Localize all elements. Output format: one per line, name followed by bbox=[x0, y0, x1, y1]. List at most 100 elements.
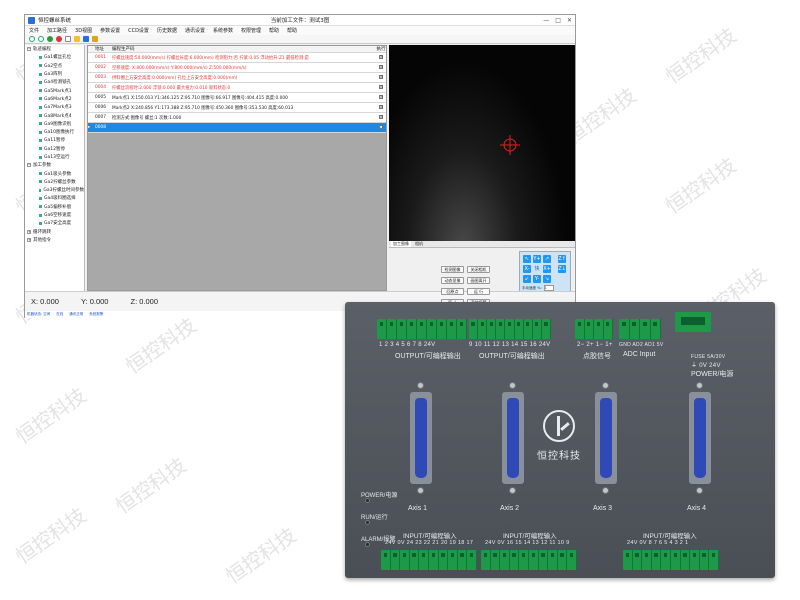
tree-item[interactable]: Ga5Mark点1 bbox=[25, 86, 84, 94]
run-button[interactable]: 运 行 bbox=[467, 288, 490, 295]
table-row[interactable]: 0002 空移速度: X:800.000(mm/s) Y:800.000(mm/s… bbox=[88, 63, 386, 73]
menu-item[interactable]: 加工路径 bbox=[47, 27, 67, 34]
undo-icon[interactable] bbox=[29, 36, 35, 42]
menu-item[interactable]: 权限管理 bbox=[241, 27, 261, 34]
terminal-pin bbox=[467, 550, 477, 570]
tree-group[interactable]: − 轨迹编程 bbox=[25, 45, 84, 53]
tree-item[interactable]: Ga2空点 bbox=[25, 62, 84, 70]
table-row[interactable]: 0005 Mark点1 X:150.013 Y1:346.125 Z:95.710… bbox=[88, 93, 386, 103]
tree-group[interactable]: + 其他指令 bbox=[25, 236, 84, 244]
table-row[interactable]: 0007 检测方式:图像号 螺丝:1 次数:1.000 ☒ bbox=[88, 113, 386, 123]
jog-button[interactable]: X+ bbox=[543, 265, 551, 273]
execute-checkbox[interactable]: ☒ bbox=[379, 105, 383, 109]
home-button[interactable]: 回原点 bbox=[441, 288, 464, 295]
minimize-button[interactable]: — bbox=[543, 17, 549, 24]
tree-item-label: Ga5偏移补偿 bbox=[44, 204, 72, 210]
tree-group[interactable]: − 加工参数 bbox=[25, 161, 84, 169]
tree-item[interactable]: Ga4吸料圈选择 bbox=[25, 194, 84, 202]
jog-button[interactable]: ↙ bbox=[523, 275, 531, 283]
execute-checkbox[interactable]: ☒ bbox=[379, 85, 383, 89]
execute-checkbox[interactable]: ☒ bbox=[379, 115, 383, 119]
tree-item[interactable]: Ga12暂停 bbox=[25, 145, 84, 153]
close-button[interactable]: ✕ bbox=[567, 17, 572, 24]
jog-button[interactable]: Z↓ bbox=[558, 265, 566, 273]
stop-icon[interactable] bbox=[56, 36, 62, 42]
expand-toggle-icon[interactable]: + bbox=[27, 229, 31, 234]
tree-item[interactable]: Ga8Mark点4 bbox=[25, 111, 84, 119]
execute-checkbox[interactable]: ☒ bbox=[379, 95, 383, 99]
jog-button[interactable]: Z↑ bbox=[558, 255, 566, 263]
save-icon[interactable] bbox=[83, 36, 89, 42]
menu-item[interactable]: 文件 bbox=[29, 27, 39, 34]
menu-item[interactable]: 帮助 bbox=[269, 27, 279, 34]
tree-group[interactable]: + 循环跳转 bbox=[25, 228, 84, 236]
redo-icon[interactable] bbox=[38, 36, 44, 42]
tree-item[interactable]: Ga2拧螺丝参数 bbox=[25, 178, 84, 186]
jog-button[interactable]: Y- bbox=[533, 275, 541, 283]
maximize-button[interactable]: □ bbox=[555, 17, 561, 24]
execute-checkbox[interactable]: ☐ bbox=[379, 125, 383, 129]
menu-item[interactable]: 3D视图 bbox=[75, 27, 92, 34]
tree-item[interactable]: Ga1吸头参数 bbox=[25, 169, 84, 177]
jog-button[interactable]: ↖ bbox=[523, 255, 531, 263]
detect-image-button[interactable]: 检测图像 bbox=[441, 266, 464, 273]
expand-toggle-icon[interactable]: + bbox=[27, 237, 31, 242]
tree-item[interactable]: Ga7Mark点3 bbox=[25, 103, 84, 111]
row-code: 拧螺丝速度:50.000(mm/s) 拧螺丝长度:6.000(mm) 检测阻力:… bbox=[112, 55, 309, 61]
table-row[interactable]: 0001 拧螺丝速度:50.000(mm/s) 拧螺丝长度:6.000(mm) 检… bbox=[88, 53, 386, 63]
status-link[interactable]: 系统报警 bbox=[89, 312, 103, 317]
expand-toggle-icon[interactable]: − bbox=[27, 47, 31, 52]
tree-item[interactable]: Ga3阵列 bbox=[25, 70, 84, 78]
leave-drawing-button[interactable]: 画图离开 bbox=[467, 277, 490, 284]
table-row[interactable]: 0004 拧螺丝流程时:2.000 浮锁:0.000 最大扭力:0.010 吸料状… bbox=[88, 83, 386, 93]
jog-button[interactable]: Y+ bbox=[533, 255, 541, 263]
menu-item[interactable]: 帮助 bbox=[287, 27, 297, 34]
terminal-pin bbox=[594, 319, 604, 339]
menu-item[interactable]: 历史数据 bbox=[157, 27, 177, 34]
status-link[interactable]: 通讯正常 bbox=[69, 312, 83, 317]
status-link[interactable]: 在线 bbox=[56, 312, 63, 317]
jog-button[interactable]: ↘ bbox=[543, 275, 551, 283]
tree-item[interactable]: Ga9图像识别 bbox=[25, 120, 84, 128]
terminal-pin bbox=[652, 550, 662, 570]
tree-item[interactable]: Ga6空移速度 bbox=[25, 211, 84, 219]
tree-item[interactable]: Ga13空运行 bbox=[25, 153, 84, 161]
tree-item[interactable]: Ga6Mark点2 bbox=[25, 95, 84, 103]
tree-item[interactable]: Ga1螺丝孔位 bbox=[25, 53, 84, 61]
jog-button[interactable]: 快 bbox=[533, 265, 541, 273]
open-folder-icon[interactable] bbox=[74, 36, 80, 42]
tree-item[interactable]: Ga7安全高度 bbox=[25, 219, 84, 227]
tree-item[interactable]: Ga11暂停 bbox=[25, 136, 84, 144]
db25-connector bbox=[410, 392, 432, 484]
db25-connector bbox=[689, 392, 711, 484]
terminal-pin bbox=[558, 550, 568, 570]
lock-icon[interactable] bbox=[92, 36, 98, 42]
jog-button[interactable]: X- bbox=[523, 265, 531, 273]
tree-item[interactable]: Ga3拧螺丝时间参数 bbox=[25, 186, 84, 194]
connector-screw bbox=[417, 382, 424, 389]
table-row[interactable]: 0003 供料圈上方安全高度:0.000(mm) 孔位上方安全高度:0.000(m… bbox=[88, 73, 386, 83]
table-row[interactable]: ▸ 0008 ☐ bbox=[88, 123, 386, 133]
tab-camera[interactable]: 相机 bbox=[415, 241, 423, 247]
jog-button[interactable]: ↗ bbox=[543, 255, 551, 263]
execute-checkbox[interactable]: ☒ bbox=[379, 75, 383, 79]
dynamic-display-button[interactable]: 动态显像 bbox=[441, 277, 464, 284]
close-camera-button[interactable]: 关闭相机 bbox=[467, 266, 490, 273]
expand-toggle-icon[interactable]: − bbox=[27, 163, 31, 168]
db25-pin-field bbox=[415, 398, 427, 478]
execute-checkbox[interactable]: ☒ bbox=[379, 65, 383, 69]
new-file-icon[interactable] bbox=[65, 36, 71, 42]
menu-item[interactable]: 参数设置 bbox=[100, 27, 120, 34]
tree-item[interactable]: Ga5偏移补偿 bbox=[25, 203, 84, 211]
tab-process-image[interactable]: 加工图像 bbox=[391, 241, 411, 247]
menu-item[interactable]: CCD设置 bbox=[128, 27, 149, 34]
menu-item[interactable]: 系统参数 bbox=[213, 27, 233, 34]
db25-pin-field bbox=[600, 398, 612, 478]
execute-checkbox[interactable]: ☒ bbox=[379, 55, 383, 59]
tree-item[interactable]: Ga4检测锁孔 bbox=[25, 78, 84, 86]
tree-item[interactable]: Ga10图像执行 bbox=[25, 128, 84, 136]
run-icon[interactable] bbox=[47, 36, 53, 42]
status-link[interactable]: 机器状态: 空闲 bbox=[27, 312, 50, 317]
menu-item[interactable]: 通讯设置 bbox=[185, 27, 205, 34]
table-row[interactable]: 0006 Mark点2 X:240.856 Y1:173.388 Z:95.710… bbox=[88, 103, 386, 113]
